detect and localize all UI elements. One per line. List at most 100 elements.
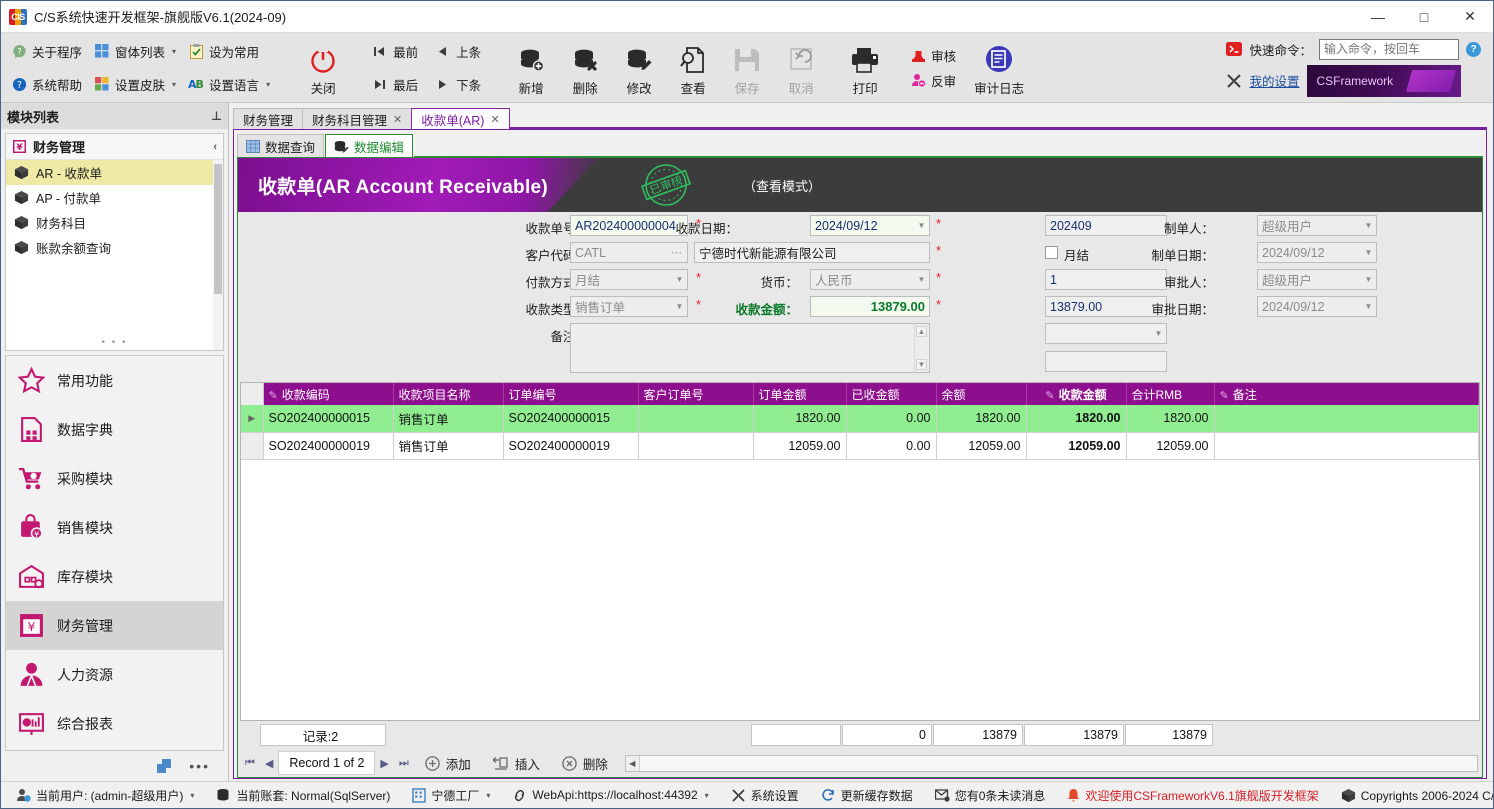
chevron-down-icon[interactable]: ▾ [190,791,194,800]
nav-delete-button[interactable]: 删除 [551,751,619,775]
grid-col-item-name[interactable]: 收款项目名称 [393,383,504,405]
status-messages[interactable]: 您有0条未读消息 [926,787,1055,804]
approve-date-input[interactable]: 2024/09/12 ▼ [1257,296,1377,317]
ribbon-about-program[interactable]: ? 关于程序 [5,40,88,63]
my-settings-link[interactable]: 我的设置 [1249,71,1299,90]
lookup-icon[interactable]: ⋯ [671,246,683,259]
customer-code-input[interactable]: CATL ⋯ [570,242,688,263]
sidebar-module-inventory[interactable]: 库存模块 [6,552,223,601]
chevron-down-icon[interactable]: ▼ [1363,274,1374,285]
chevron-down-icon[interactable]: ▼ [916,220,927,231]
chevron-down-icon[interactable]: ▾ [486,791,490,800]
tab-account-subject-management[interactable]: 财务科目管理 ✕ [302,108,413,129]
chevron-down-icon[interactable]: ▼ [674,301,685,312]
grid-col-balance[interactable]: 余额 [936,383,1027,405]
ribbon-print-button[interactable]: 打印 [838,39,892,97]
ribbon-view-button[interactable]: 查看 [666,39,720,97]
sidebar-module-purchase[interactable]: 采购模块 [6,454,223,503]
maximize-button[interactable]: □ [1401,1,1447,33]
chevron-down-icon[interactable]: ▼ [1363,220,1374,231]
grid-col-receipt-amount[interactable]: ✎ 收款金额 [1026,383,1127,405]
sidebar-module-dictionary[interactable]: 数据字典 [6,405,223,454]
status-webapi[interactable]: WebApi:https://localhost:44392 ▾ [503,788,717,803]
close-button[interactable]: ✕ [1447,1,1493,33]
chevron-down-icon[interactable]: ▾ [705,791,709,800]
chevron-down-icon[interactable]: ▼ [916,274,927,285]
ribbon-cancel-button[interactable]: 取消 [774,39,828,97]
ribbon-unapprove-button[interactable]: 反审 [904,69,962,92]
ribbon-window-list[interactable]: 窗体列表 ▾ [88,40,182,63]
status-refresh-cache[interactable]: 更新缓存数据 [812,787,922,804]
currency-select[interactable]: 人民币 ▼ [810,269,930,290]
grid-col-remark[interactable]: ✎ 备注 [1214,383,1479,405]
ribbon-nav-next[interactable]: 下条 [427,72,490,97]
ribbon-set-language[interactable]: AB 设置语言 ▾ [182,73,276,96]
status-system-settings[interactable]: 系统设置 [722,787,808,804]
ribbon-system-help[interactable]: ? 系统帮助 [5,73,88,96]
cell-receipt-amount[interactable]: 1820.00 [1026,405,1127,433]
cell-receipt-amount[interactable]: 12059.00 [1026,432,1127,460]
nav-next-button[interactable]: ▶ [375,751,393,775]
sidebar-module-reports[interactable]: 综合报表 [6,699,223,748]
more-dots-icon[interactable]: • • • [6,335,223,348]
chevron-down-icon[interactable]: ▼ [674,274,685,285]
chevron-down-icon[interactable]: ▼ [1363,301,1374,312]
payment-method-select[interactable]: 月结 ▼ [570,269,688,290]
quick-command-help-icon[interactable]: ? [1466,41,1481,57]
status-welcome[interactable]: 欢迎使用CSFrameworkV6.1旗舰版开发框架 [1058,787,1327,804]
chevron-down-icon[interactable]: ▼ [1363,247,1374,258]
sidebar-item-balance-query[interactable]: 账款余额查询 [6,235,223,260]
grid-col-received-amount[interactable]: 已收金额 [846,383,937,405]
grid-horizontal-scrollbar[interactable]: ◀ [624,754,1478,772]
sidebar-item-ar[interactable]: AR - 收款单 [6,160,223,185]
tab-receipt-ar[interactable]: 收款单(AR) ✕ [411,108,510,129]
tab-data-query[interactable]: 数据查询 [237,134,325,157]
status-current-book[interactable]: 当前账套: Normal(SqlServer) [207,787,399,804]
pin-icon[interactable]: ⊥ [211,109,222,123]
chevron-up-icon[interactable]: ▲ [916,326,927,337]
customer-name-input[interactable]: 宁德时代新能源有限公司 [694,242,930,263]
sidebar-group-finance[interactable]: ¥ 财务管理 ‹ [6,134,223,160]
nav-prev-button[interactable]: ◀ [260,751,278,775]
close-icon[interactable]: ✕ [490,113,499,126]
chevron-down-icon[interactable]: ▼ [916,359,927,370]
grid-col-receipt-code[interactable]: ✎ 收款编码 [263,383,394,405]
receipt-type-select[interactable]: 销售订单 ▼ [570,296,688,317]
sidebar-module-finance[interactable]: ¥ 财务管理 [6,601,223,650]
nav-insert-button[interactable]: 插入 [482,751,551,775]
ribbon-nav-first[interactable]: 最前 [364,39,427,64]
cell-remark[interactable] [1214,432,1479,460]
ribbon-close-button[interactable]: 关闭 [296,39,350,97]
sidebar-module-hr[interactable]: 人力资源 [6,650,223,699]
chevron-down-icon[interactable]: ▼ [1153,328,1164,339]
check-no-input[interactable] [1045,351,1167,372]
nav-first-button[interactable]: ⏮ [240,751,260,775]
sidebar-module-common[interactable]: 常用功能 [6,356,223,405]
status-current-user[interactable]: 当前用户: (admin-超级用户) ▾ [7,787,203,804]
approver-input[interactable]: 超级用户 ▼ [1257,269,1377,290]
close-icon[interactable]: ✕ [393,113,402,126]
restore-icon[interactable] [157,759,172,773]
table-row[interactable]: ▶ SO202400000015 销售订单 SO202400000015 182… [241,405,1479,433]
tab-finance-management[interactable]: 财务管理 [233,108,304,129]
grid-col-total-rmb[interactable]: 合计RMB [1126,383,1215,405]
ribbon-edit-button[interactable]: 修改 [612,39,666,97]
check-bank-select[interactable]: ▼ [1045,323,1167,344]
sidebar-module-sales[interactable]: ¥ 销售模块 [6,503,223,552]
creator-input[interactable]: 超级用户 ▼ [1257,215,1377,236]
ribbon-set-skin[interactable]: 设置皮肤 ▾ [88,73,182,96]
memo-textarea[interactable]: ▲ ▼ [570,323,930,373]
status-factory[interactable]: 宁德工厂 ▾ [403,787,499,804]
ribbon-approve-button[interactable]: 审核 [904,44,962,67]
ribbon-nav-last[interactable]: 最后 [364,72,427,97]
grid-col-order-no[interactable]: 订单编号 [503,383,639,405]
ribbon-set-favorite[interactable]: 设为常用 [182,40,265,63]
receipt-date-input[interactable]: 2024/09/12 ▼ [810,215,930,236]
cell-remark[interactable] [1214,405,1479,433]
tab-data-edit[interactable]: 数据编辑 [325,134,414,157]
ribbon-delete-button[interactable]: 删除 [558,39,612,97]
create-date-input[interactable]: 2024/09/12 ▼ [1257,242,1377,263]
quick-command-input[interactable] [1319,38,1459,60]
more-dots-icon[interactable]: ••• [189,758,210,774]
ribbon-nav-prev[interactable]: 上条 [427,39,490,64]
